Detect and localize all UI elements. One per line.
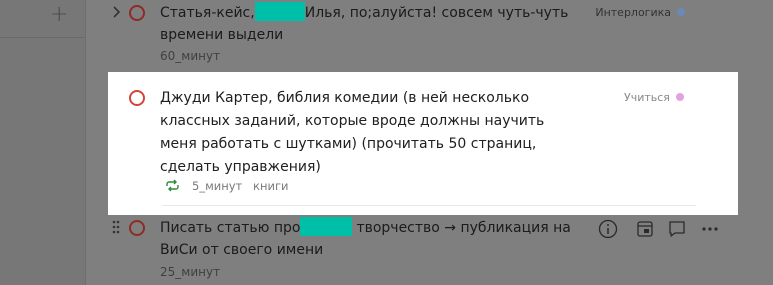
task-title-part-2: творчество → публикация на — [356, 220, 571, 236]
schedule-icon[interactable] — [635, 219, 655, 239]
task-item-2-highlighted[interactable]: Джуди Картер, библия комедии (в ней неск… — [108, 72, 738, 215]
divider — [162, 205, 696, 206]
task-title[interactable]: Статья-кейс, Илья, по;алуйста! совсем чут… — [160, 2, 568, 25]
task-title-line-1[interactable]: Джуди Картер, библия комедии (в ней неск… — [160, 87, 529, 110]
recurring-icon — [166, 179, 179, 192]
task-title-part-1: Статья-кейс, — [160, 5, 255, 21]
task-title-line-3[interactable]: меня работать с шутками) (прочитать 50 с… — [160, 133, 536, 156]
project-name: Интерлогика — [595, 6, 671, 19]
task-title-line-2[interactable]: классных заданий, которые вроде должны н… — [160, 110, 544, 133]
info-icon[interactable] — [598, 219, 618, 239]
task-checkbox[interactable] — [129, 5, 145, 21]
project-color-dot — [677, 8, 685, 16]
task-label[interactable]: 60_минут — [160, 49, 220, 63]
add-project-button[interactable]: + — [50, 1, 68, 29]
drag-handle-icon[interactable] — [112, 220, 120, 234]
sidebar: + — [0, 0, 86, 285]
task-title-line-2: времени выдели — [160, 27, 284, 43]
label-5-minutes[interactable]: 5_минут — [192, 179, 242, 193]
task-title-part-2: Илья, по;алуйста! совсем чуть-чуть — [304, 5, 569, 21]
redaction-block — [300, 217, 353, 236]
redaction-block — [254, 2, 305, 21]
task-checkbox[interactable] — [129, 220, 145, 236]
task-title-line-2: ВиСи от своего имени — [160, 242, 324, 258]
task-title[interactable]: Писать статью про творчество → публикация… — [160, 217, 571, 240]
sidebar-divider — [0, 37, 85, 38]
task-project[interactable]: Учиться — [624, 91, 684, 104]
label-books[interactable]: книги — [253, 179, 288, 193]
project-color-dot — [675, 93, 684, 101]
project-name: Учиться — [624, 91, 670, 104]
comment-icon[interactable] — [667, 219, 687, 239]
task-title-line-4[interactable]: сделать управжения) — [160, 156, 321, 179]
task-title-part-1: Писать статью про — [160, 220, 301, 236]
more-icon[interactable] — [700, 219, 720, 239]
chevron-right-icon[interactable] — [111, 5, 123, 19]
task-checkbox[interactable] — [129, 90, 145, 106]
task-label[interactable]: 25_минут — [160, 265, 220, 279]
task-project[interactable]: Интерлогика — [595, 6, 685, 19]
